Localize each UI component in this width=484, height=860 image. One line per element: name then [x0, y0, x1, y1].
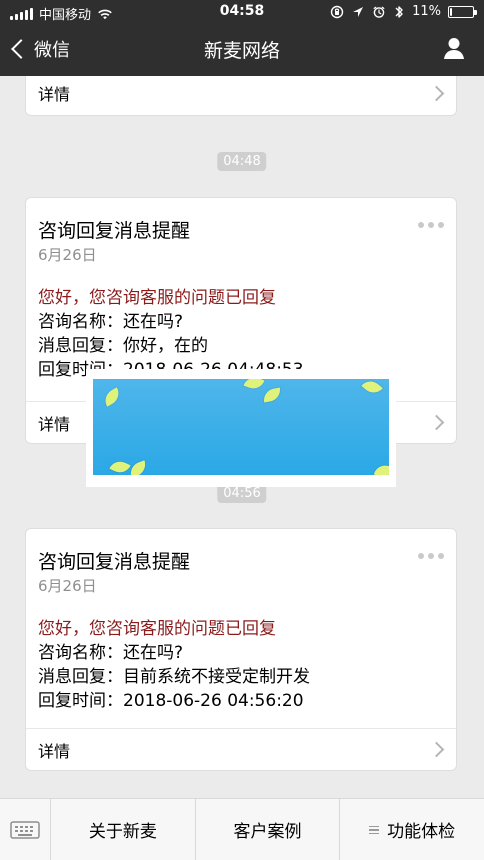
details-row[interactable]: 详情 — [26, 728, 456, 770]
leaf-decoration — [243, 379, 265, 392]
alarm-icon — [373, 6, 385, 18]
status-right: 11% — [330, 4, 477, 19]
leaf-decoration — [127, 460, 149, 475]
timestamp-pill: 04:48 — [217, 152, 267, 171]
nav-bar: 微信 新麦网络 — [0, 24, 484, 76]
chevron-right-icon — [428, 414, 445, 431]
menu-checkup[interactable]: 功能体检 — [340, 799, 484, 860]
leaf-decoration — [361, 379, 383, 398]
menu-about-label: 关于新麦 — [88, 822, 157, 842]
more-icon[interactable] — [418, 222, 444, 228]
message-greeting: 您好，您咨询客服的问题已回复 — [38, 619, 276, 639]
details-label: 详情 — [38, 414, 71, 434]
leaf-decoration — [262, 387, 282, 403]
message-title: 咨询回复消息提醒 — [38, 220, 191, 242]
details-label: 详情 — [38, 741, 71, 761]
ad-banner[interactable] — [86, 369, 396, 487]
bottom-menu: 关于新麦 客户案例 功能体检 — [0, 798, 484, 860]
message-title: 咨询回复消息提醒 — [38, 551, 191, 573]
chevron-right-icon — [428, 85, 445, 101]
message-name-line: 咨询名称：还在吗? — [38, 312, 184, 332]
battery-percent: 11% — [412, 4, 441, 19]
message-reply-line: 消息回复：你好，在的 — [38, 336, 208, 356]
leaf-decoration — [101, 387, 123, 407]
page-title: 新麦网络 — [203, 40, 280, 62]
message-card: 咨询回复消息提醒 6月26日 您好，您咨询客服的问题已回复 咨询名称：还在吗? … — [25, 528, 457, 771]
message-reply-line: 消息回复：目前系统不接受定制开发 — [38, 667, 310, 687]
message-time-line: 回复时间：2018-06-26 04:56:20 — [38, 691, 304, 711]
keyboard-icon — [10, 820, 40, 839]
message-lines: 您好，您咨询客服的问题已回复 咨询名称：还在吗? 消息回复：目前系统不接受定制开… — [38, 617, 444, 713]
bluetooth-icon — [395, 5, 403, 18]
leaf-decoration — [109, 457, 131, 475]
lock-rotation-icon — [330, 5, 344, 18]
menu-checkup-label: 功能体检 — [387, 822, 456, 842]
leaf-decoration — [373, 462, 389, 475]
message-name-line: 咨询名称：还在吗? — [38, 643, 184, 663]
details-row[interactable]: 详情 — [26, 76, 456, 115]
user-icon[interactable] — [440, 34, 468, 62]
status-bar: 中国移动 04:58 11% — [0, 0, 484, 24]
details-label: 详情 — [38, 85, 71, 104]
location-arrow-icon — [353, 6, 364, 17]
menu-about[interactable]: 关于新麦 — [51, 799, 196, 860]
message-date: 6月26日 — [38, 246, 97, 264]
message-greeting: 您好，您咨询客服的问题已回复 — [38, 288, 276, 308]
ad-image — [93, 379, 389, 475]
battery-icon — [448, 5, 477, 18]
message-lines: 您好，您咨询客服的问题已回复 咨询名称：还在吗? 消息回复：你好，在的 回复时间… — [38, 286, 444, 382]
chevron-right-icon — [428, 741, 445, 758]
more-icon[interactable] — [418, 553, 444, 559]
battery-fill — [450, 7, 452, 16]
menu-cases[interactable]: 客户案例 — [196, 799, 341, 860]
top-bar: 中国移动 04:58 11% 微信 新麦网络 — [0, 0, 484, 76]
message-card-partial: 详情 — [25, 76, 457, 116]
message-date: 6月26日 — [38, 577, 97, 595]
keyboard-button[interactable] — [0, 799, 51, 860]
menu-cases-label: 客户案例 — [233, 822, 302, 842]
menu-icon — [369, 825, 380, 835]
